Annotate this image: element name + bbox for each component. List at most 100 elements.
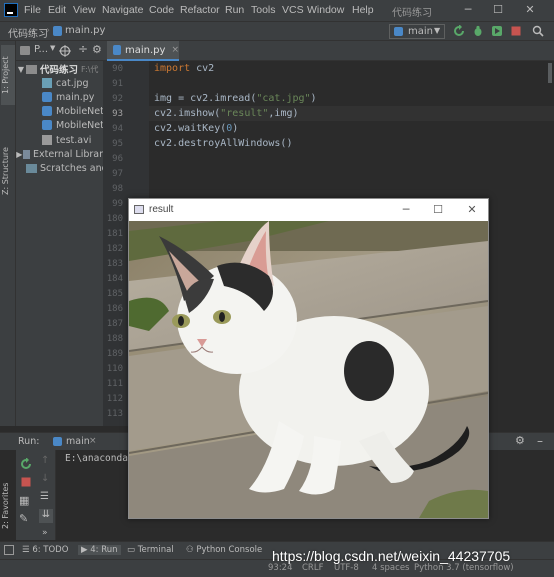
window-app-icon — [134, 205, 144, 214]
menu-tools[interactable]: Tools — [251, 4, 276, 16]
collapse-all-icon[interactable]: ÷ — [78, 42, 88, 56]
minimize-icon[interactable]: ─ — [399, 203, 413, 217]
menu-window[interactable]: Window — [307, 4, 344, 16]
line-number: 97 — [112, 169, 123, 179]
more-icon[interactable]: » — [42, 528, 48, 538]
chevron-down-icon[interactable]: ▼ — [50, 44, 55, 52]
arrow-up-icon[interactable]: ↑ — [41, 455, 49, 466]
menu-view[interactable]: View — [73, 4, 96, 16]
line-number: 96 — [112, 154, 123, 164]
tab-favorites[interactable]: 2: Favorites — [1, 478, 15, 534]
tree-item-external-libraries[interactable]: ▶ External Librar — [16, 147, 103, 161]
menu-refactor[interactable]: Refactor — [180, 4, 220, 16]
python-file-icon — [53, 26, 62, 36]
line-number: 98 — [112, 184, 123, 194]
pin-icon[interactable]: ✎ — [19, 512, 28, 525]
menu-navigate[interactable]: Navigate — [102, 4, 143, 16]
debug-icon[interactable] — [472, 25, 484, 37]
gear-icon[interactable]: ⚙ — [92, 43, 102, 56]
python-file-icon — [42, 92, 52, 102]
line-number: 180 — [106, 214, 123, 224]
run-tab-main[interactable]: main — [66, 436, 90, 447]
line-number: 185 — [106, 289, 123, 299]
project-toolbar: P... ▼ ÷ ⚙ — [16, 41, 103, 61]
python-interpreter[interactable]: Python 3.7 (tensorflow) — [414, 563, 514, 573]
tab-python-console[interactable]: ⚇ Python Console — [186, 545, 262, 555]
minimize-icon[interactable]: ─ — [460, 2, 476, 18]
line-number: 181 — [106, 229, 123, 239]
rerun-icon[interactable] — [453, 25, 465, 37]
toggle-tool-windows-icon[interactable] — [4, 545, 14, 555]
chevron-down-icon: ▼ — [17, 64, 25, 74]
line-number: 95 — [112, 139, 123, 149]
stop-icon[interactable] — [20, 476, 32, 488]
rerun-icon[interactable] — [20, 458, 32, 470]
menu-bar: File Edit View Navigate Code Refactor Ru… — [0, 0, 554, 21]
tree-item-label: 代码练习 — [40, 65, 79, 76]
line-number: 184 — [106, 274, 123, 284]
code-line-4: cv2.imshow("result",img) — [154, 108, 299, 119]
run-toolbar-secondary: ↑ ↓ ☰ ⇊ » — [36, 450, 56, 540]
close-icon[interactable]: ✕ — [522, 2, 538, 18]
cat-photo — [129, 221, 488, 518]
result-window-titlebar[interactable]: result ─ ☐ ✕ — [129, 199, 488, 221]
line-number: 111 — [106, 379, 123, 389]
cursor-position[interactable]: 93:24 — [268, 563, 293, 573]
line-number: 91 — [112, 79, 123, 89]
maximize-icon[interactable]: ☐ — [490, 2, 506, 18]
python-file-icon — [42, 106, 52, 116]
breadcrumb-separator-icon: › — [46, 25, 50, 36]
menu-run[interactable]: Run — [225, 4, 244, 16]
tree-item-label: MobileNet — [56, 119, 104, 131]
tree-item-project-root[interactable]: ▼ 代码练习 F:\代 — [16, 62, 103, 76]
file-encoding[interactable]: UTF-8 — [334, 563, 359, 573]
menu-help[interactable]: Help — [352, 4, 374, 16]
gear-icon[interactable]: ⚙ — [515, 434, 525, 447]
editor-tab-main-py[interactable]: main.py × — [107, 41, 179, 61]
breadcrumb-project[interactable]: 代码练习 — [8, 25, 48, 40]
chevron-right-icon: ▶ — [16, 149, 23, 159]
locate-icon[interactable] — [59, 45, 71, 57]
close-tab-icon[interactable]: × — [89, 436, 97, 446]
tree-item-label: main.py — [56, 91, 95, 103]
stop-icon[interactable] — [510, 25, 522, 37]
tab-terminal[interactable]: ▭ Terminal — [127, 545, 174, 555]
maximize-icon[interactable]: ☐ — [431, 203, 445, 217]
code-line-5: cv2.waitKey(0) — [154, 123, 239, 134]
menu-vcs[interactable]: VCS — [282, 4, 304, 16]
coverage-icon[interactable] — [491, 25, 503, 37]
soft-wrap-icon[interactable]: ☰ — [40, 491, 49, 502]
tab-todo[interactable]: ☰ 6: TODO — [22, 545, 68, 555]
python-file-icon — [42, 120, 52, 130]
line-number: 113 — [106, 409, 123, 419]
menu-edit[interactable]: Edit — [48, 4, 66, 16]
tab-run[interactable]: ▶ 4: Run — [78, 545, 121, 555]
tree-item-path: F:\代 — [81, 64, 99, 74]
close-icon[interactable]: ✕ — [465, 203, 479, 217]
line-number: 92 — [112, 94, 123, 104]
line-number: 186 — [106, 304, 123, 314]
run-configuration-select[interactable]: main ▼ — [389, 24, 445, 39]
menu-file[interactable]: File — [24, 4, 41, 16]
menu-code[interactable]: Code — [149, 4, 174, 16]
code-line-6: cv2.destroyAllWindows() — [154, 138, 293, 149]
code-line-1: import cv2 — [154, 63, 215, 74]
tree-item-scratches[interactable]: Scratches and — [26, 161, 113, 175]
arrow-down-icon[interactable]: ↓ — [41, 473, 49, 484]
scrollbar-thumb[interactable] — [548, 63, 552, 83]
project-view-label[interactable]: P... — [34, 44, 48, 55]
scroll-to-end-icon[interactable]: ⇊ — [39, 509, 53, 523]
tree-item-label: Scratches and — [40, 162, 108, 174]
python-config-icon — [53, 437, 62, 446]
line-number: 183 — [106, 259, 123, 269]
indent-setting[interactable]: 4 spaces — [372, 563, 409, 573]
layout-icon[interactable]: ▦ — [19, 494, 29, 507]
hide-panel-icon[interactable]: – — [537, 434, 543, 448]
search-icon[interactable] — [532, 25, 544, 37]
breadcrumb-file[interactable]: main.py — [65, 25, 105, 36]
line-separator[interactable]: CRLF — [302, 563, 323, 573]
close-tab-icon[interactable]: × — [171, 45, 179, 55]
result-image-window[interactable]: result ─ ☐ ✕ — [128, 198, 489, 519]
tab-structure[interactable]: Z: Structure — [1, 141, 15, 201]
tab-project[interactable]: 1: Project — [1, 45, 15, 105]
